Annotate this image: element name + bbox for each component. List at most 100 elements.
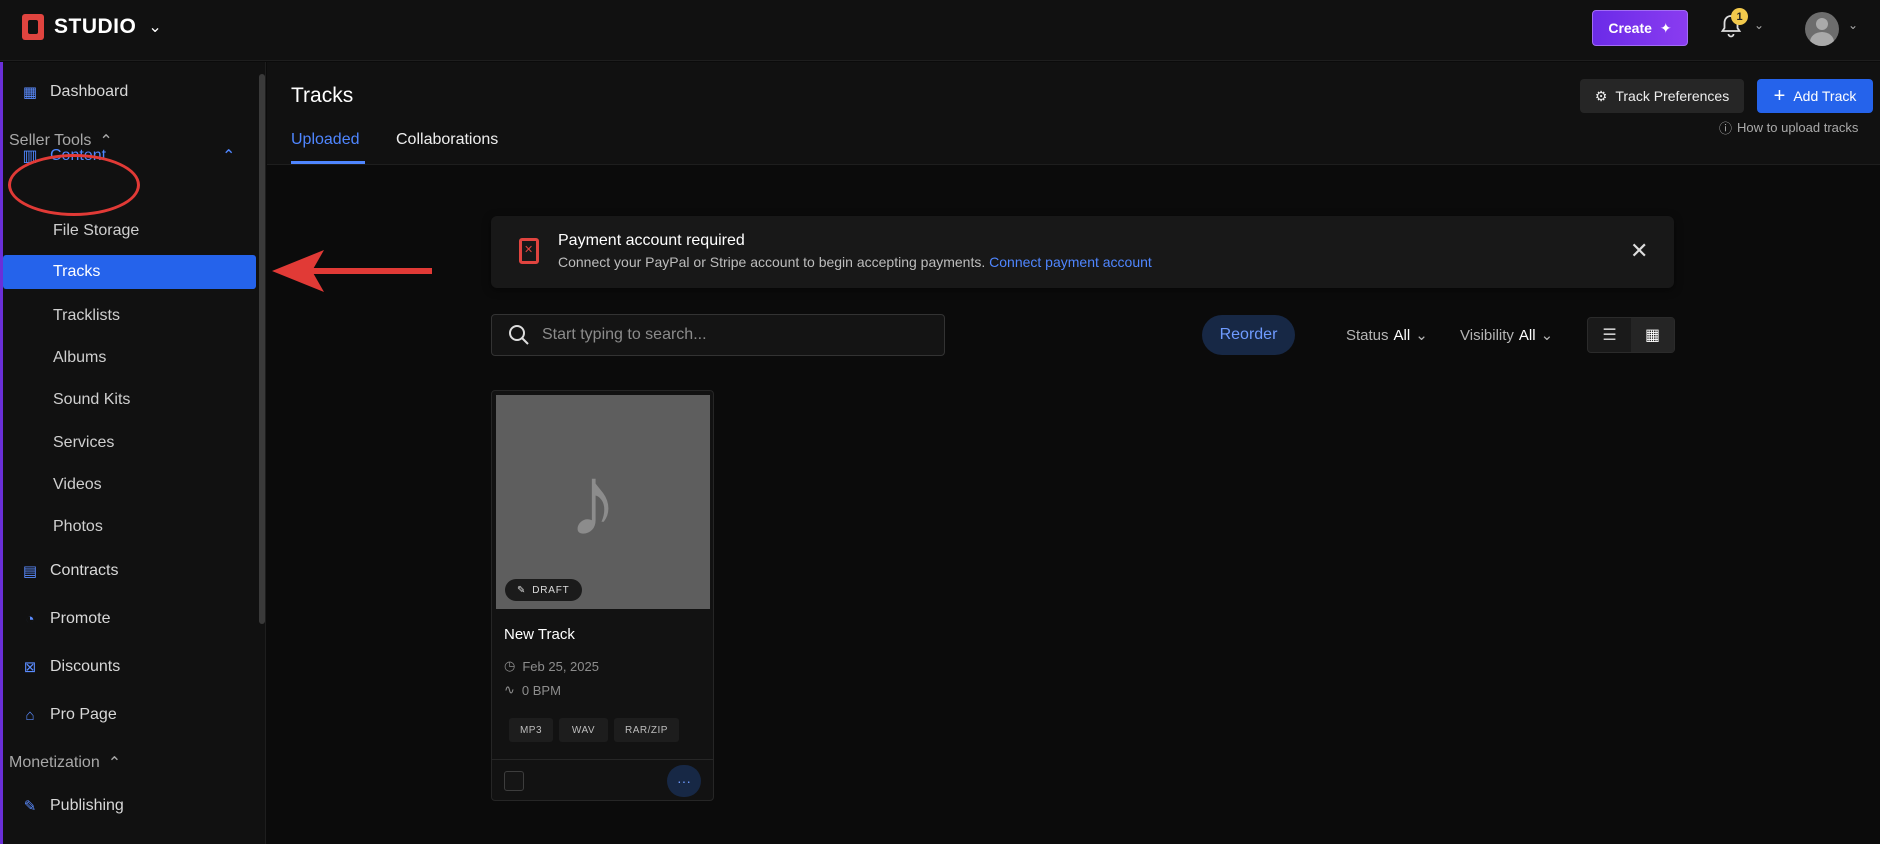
track-artwork[interactable]: ♪ ✎ DRAFT	[496, 395, 710, 609]
create-button[interactable]: Create ✦	[1592, 10, 1688, 46]
sidebar-item-publishing[interactable]: ✎ Publishing	[20, 797, 124, 815]
sidebar-item-tracklists[interactable]: Tracklists	[53, 307, 120, 325]
sidebar-item-dashboard[interactable]: ▦ Dashboard	[20, 83, 128, 101]
sidebar-item-label: Publishing	[50, 797, 124, 814]
pencil-icon: ✎	[517, 584, 527, 596]
section-label: Monetization	[9, 754, 100, 771]
annotation-circle	[8, 154, 140, 216]
visibility-filter-label: Visibility	[1460, 326, 1514, 344]
sidebar-item-photos[interactable]: Photos	[53, 518, 103, 536]
format-tag: WAV	[559, 718, 608, 742]
brand-name: STUDIO	[54, 15, 137, 38]
track-card[interactable]: ♪ ✎ DRAFT New Track ◷ Feb 25, 2025 ∿ 0 B…	[491, 390, 714, 801]
track-bpm: ∿ 0 BPM	[504, 682, 561, 698]
status-filter[interactable]: Status All ⌄	[1346, 326, 1428, 345]
brand-logo-icon	[519, 238, 539, 264]
chevron-up-icon: ⌃	[107, 755, 122, 772]
add-track-label: Add Track	[1793, 88, 1857, 104]
format-tag: MP3	[509, 718, 553, 742]
contract-icon: ▤	[22, 563, 38, 580]
sidebar-item-discounts[interactable]: ⊠ Discounts	[20, 658, 121, 676]
tab-active-indicator	[291, 161, 365, 164]
search-icon	[509, 325, 529, 345]
avatar[interactable]	[1805, 12, 1839, 46]
tab-collaborations[interactable]: Collaborations	[396, 131, 498, 149]
grid-view-icon[interactable]: ▦	[1631, 318, 1674, 352]
sidebar-item-albums[interactable]: Albums	[53, 349, 106, 367]
sidebar-item-tracks[interactable]: Tracks	[3, 255, 256, 289]
sidebar-item-services[interactable]: Services	[53, 434, 114, 452]
sidebar-item-sound-kits[interactable]: Sound Kits	[53, 391, 130, 409]
chevron-down-icon: ⌄	[1415, 327, 1428, 344]
track-bpm-value: 0 BPM	[521, 682, 561, 698]
chevron-down-icon: ⌄	[1540, 327, 1554, 344]
reorder-button[interactable]: Reorder	[1202, 315, 1295, 355]
card-divider	[492, 759, 713, 760]
chevron-down-icon: ⌄	[148, 19, 162, 36]
sidebar-item-label: Contracts	[50, 562, 119, 579]
sidebar-item-pro-page[interactable]: ⌂ Pro Page	[20, 706, 116, 724]
create-button-label: Create	[1608, 20, 1652, 36]
sidebar-item-videos[interactable]: Videos	[53, 476, 102, 494]
search-input[interactable]	[542, 326, 922, 344]
annotation-arrow	[272, 250, 432, 292]
gear-icon: ⚙	[1594, 87, 1608, 104]
studio-logo[interactable]: STUDIO ⌄	[22, 14, 162, 40]
track-preferences-button[interactable]: ⚙ Track Preferences	[1580, 79, 1744, 113]
visibility-filter[interactable]: Visibility All ⌄	[1460, 326, 1554, 345]
track-preferences-label: Track Preferences	[1615, 88, 1730, 104]
sidebar-accent-bar	[0, 62, 3, 844]
sidebar-item-label: Dashboard	[50, 83, 129, 100]
discount-icon: ⊠	[23, 659, 37, 676]
connect-payment-link[interactable]: Connect payment account	[989, 254, 1152, 270]
chevron-down-icon[interactable]: ⌄	[1848, 18, 1858, 32]
chevron-up-icon: ⌃	[222, 148, 236, 165]
brand-logo-icon	[22, 14, 44, 40]
sidebar-item-promote[interactable]: ◔ Promote	[20, 610, 110, 628]
promote-icon: ◔	[25, 610, 35, 628]
section-monetization[interactable]: Monetization ⌃	[9, 753, 121, 773]
pulse-icon: ∿	[504, 682, 515, 697]
format-tag: RAR/ZIP	[614, 718, 679, 742]
plus-icon: +	[1773, 84, 1786, 107]
page-header	[267, 62, 1880, 165]
sidebar: ▦ Dashboard Seller Tools ⌃ ▥ Content ⌃ F…	[0, 62, 266, 844]
status-filter-label: Status	[1346, 326, 1389, 344]
track-date: ◷ Feb 25, 2025	[504, 658, 599, 674]
banner-text: Connect your PayPal or Stripe account to…	[558, 254, 1152, 270]
more-options-button[interactable]: ···	[667, 765, 701, 797]
chevron-down-icon[interactable]: ⌄	[1754, 18, 1764, 32]
sparkle-icon: ✦	[1659, 19, 1672, 36]
sidebar-item-label: Discounts	[50, 658, 121, 675]
banner-message: Connect your PayPal or Stripe account to…	[558, 254, 986, 270]
sidebar-item-file-storage[interactable]: File Storage	[53, 222, 139, 240]
how-to-upload-link[interactable]: ⓘ How to upload tracks	[1719, 118, 1858, 137]
tab-uploaded[interactable]: Uploaded	[291, 131, 360, 149]
visibility-filter-value: All	[1518, 326, 1536, 344]
add-track-button[interactable]: + Add Track	[1757, 79, 1873, 113]
how-to-upload-label: How to upload tracks	[1737, 120, 1859, 135]
search-box[interactable]	[491, 314, 945, 356]
pen-icon: ✎	[23, 798, 37, 815]
storefront-icon: ⌂	[25, 706, 35, 724]
sidebar-item-contracts[interactable]: ▤ Contracts	[20, 562, 119, 580]
clock-icon: ◷	[504, 658, 516, 673]
grid-icon: ▦	[22, 84, 38, 101]
view-toggle: ☰ ▦	[1587, 317, 1675, 353]
top-bar: STUDIO ⌄ Create ✦ 1 ⌄ ⌄	[0, 0, 1880, 61]
notification-badge: 1	[1731, 8, 1748, 25]
sidebar-item-label: Tracks	[53, 263, 101, 280]
track-title[interactable]: New Track	[504, 626, 575, 643]
status-badge: ✎ DRAFT	[505, 579, 582, 601]
sidebar-item-label: Promote	[50, 610, 111, 627]
track-date-value: Feb 25, 2025	[522, 658, 599, 674]
page-title: Tracks	[291, 84, 354, 107]
close-icon[interactable]: ✕	[1630, 238, 1648, 264]
list-view-icon[interactable]: ☰	[1588, 318, 1631, 352]
sidebar-scrollbar[interactable]	[259, 74, 265, 624]
status-badge-label: DRAFT	[532, 584, 570, 596]
payment-required-banner: Payment account required Connect your Pa…	[491, 216, 1674, 288]
status-filter-value: All	[1393, 326, 1411, 344]
select-checkbox[interactable]	[504, 771, 524, 791]
banner-title: Payment account required	[558, 232, 745, 249]
